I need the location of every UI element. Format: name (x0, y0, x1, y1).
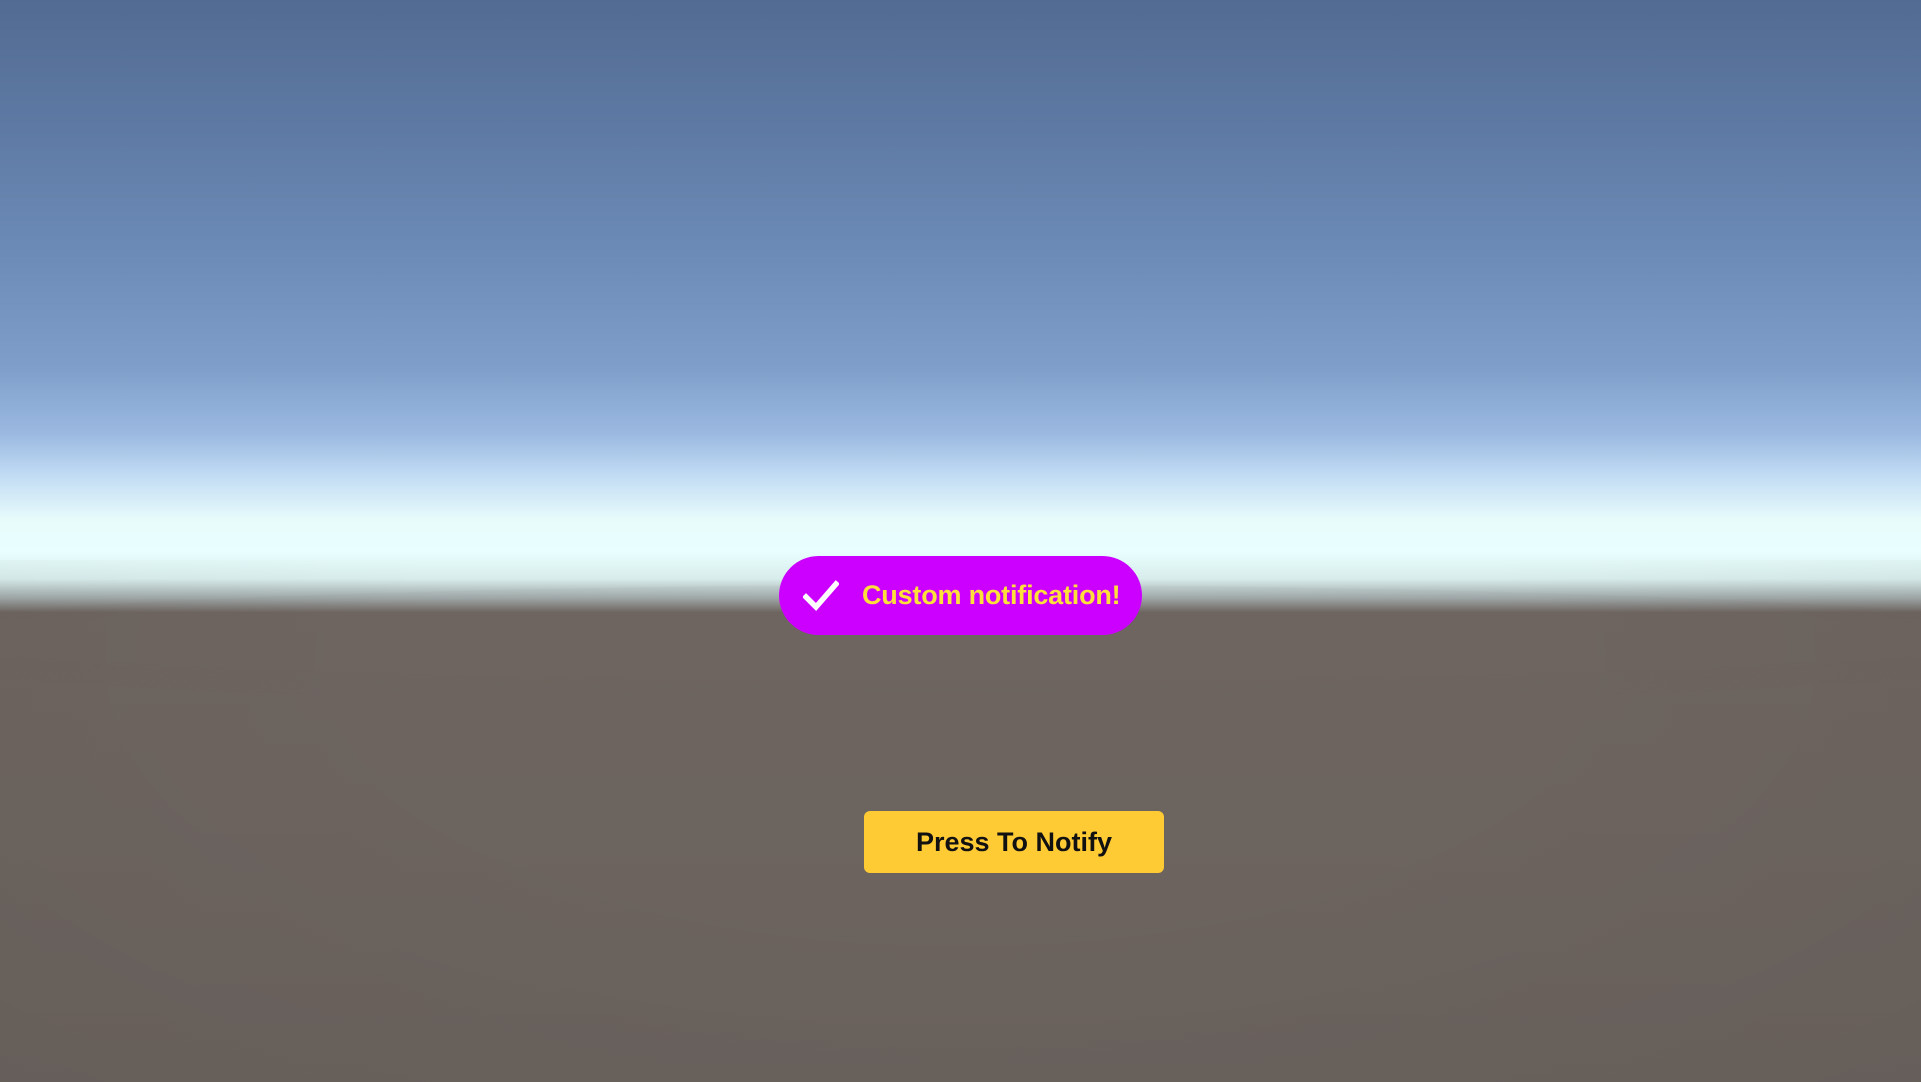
game-scene: Custom notification! Press To Notify (0, 0, 1921, 1082)
checkmark-icon-glyph (803, 579, 839, 611)
press-to-notify-label: Press To Notify (915, 826, 1113, 857)
press-to-notify-button[interactable]: Press To Notify (864, 811, 1164, 873)
checkmark-icon (801, 576, 841, 616)
notification-text: Custom notification! (862, 580, 1121, 610)
notification-toast: Custom notification! (779, 556, 1142, 635)
